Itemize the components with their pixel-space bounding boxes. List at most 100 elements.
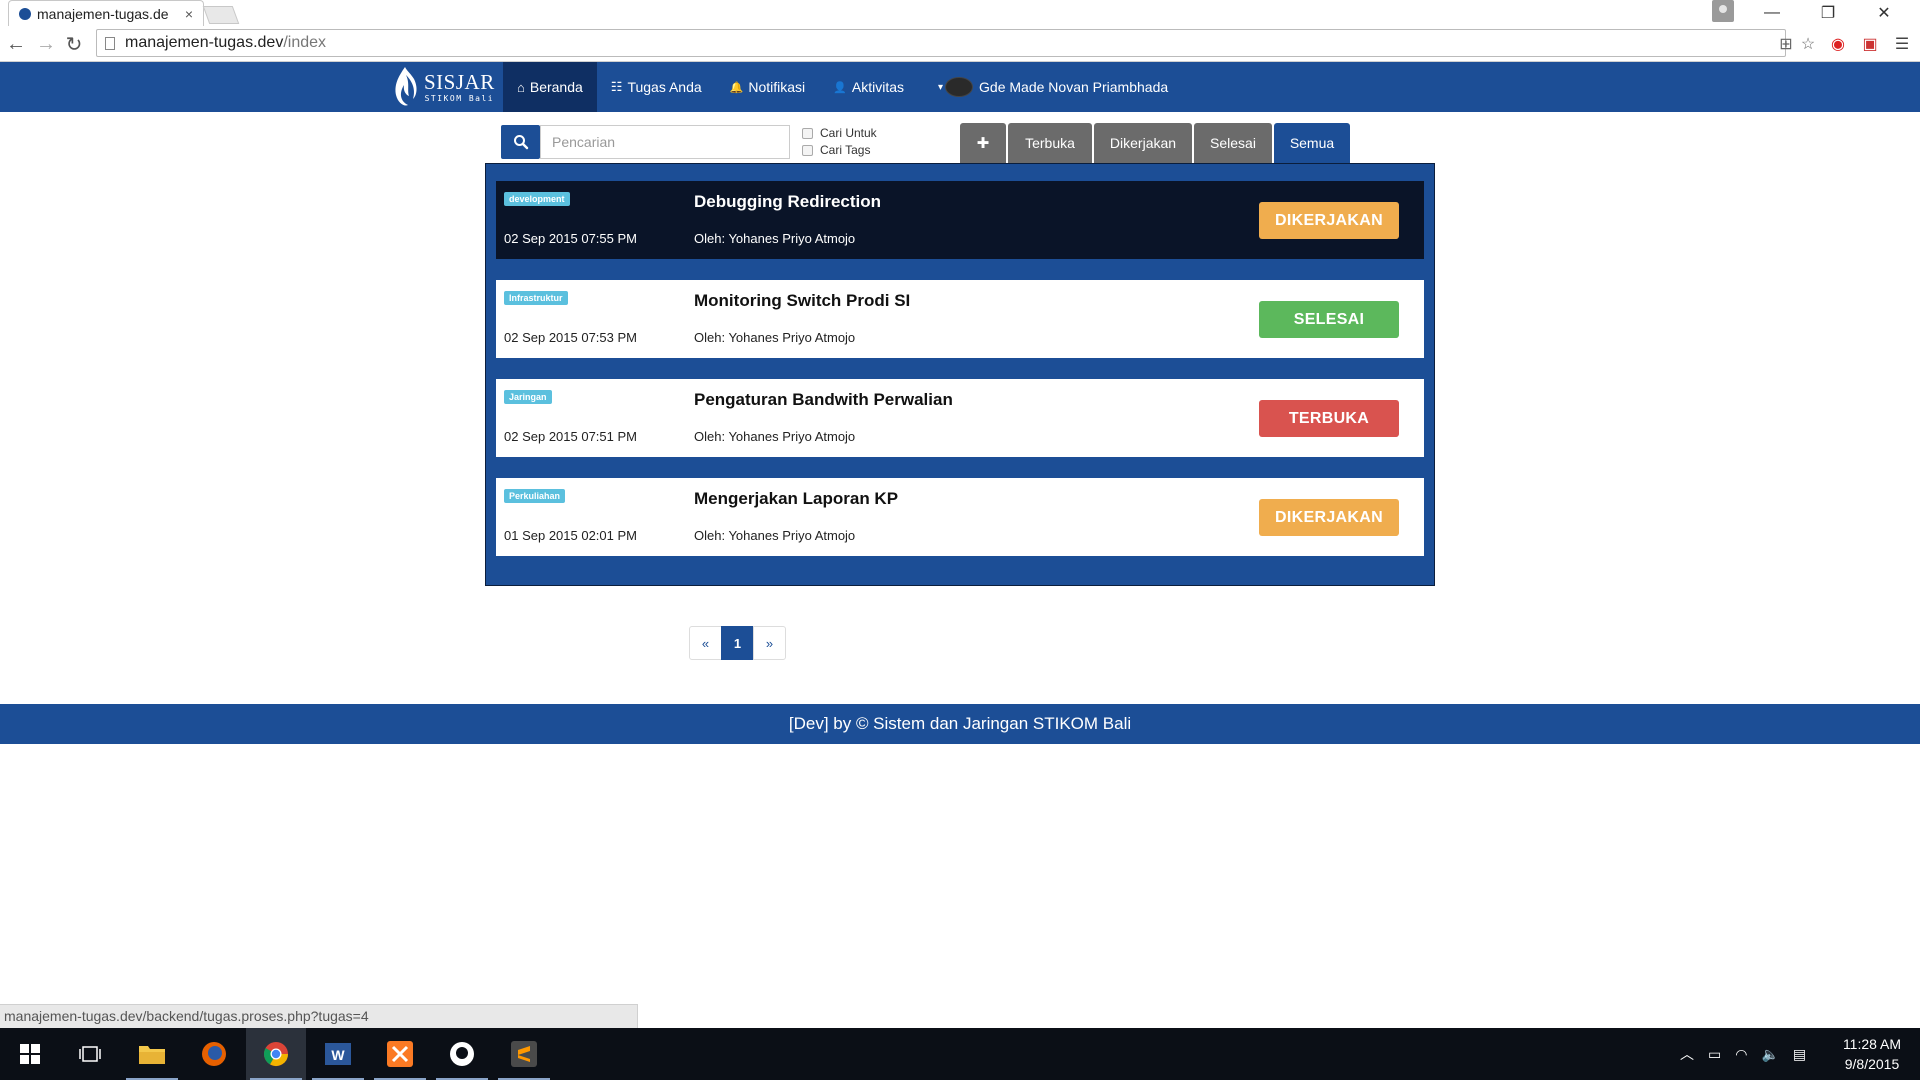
tab-title: manajemen-tugas.de — [37, 5, 169, 22]
taskbar-file-explorer[interactable] — [122, 1028, 182, 1080]
site-footer: [Dev] by © Sistem dan Jaringan STIKOM Ba… — [0, 704, 1920, 744]
back-arrow-icon[interactable]: ← — [4, 32, 28, 56]
task-item[interactable]: development Debugging Redirection 02 Sep… — [496, 181, 1424, 259]
checkbox-label: Cari Untuk — [820, 126, 877, 140]
task-author: Oleh: Yohanes Priyo Atmojo — [694, 528, 856, 543]
brand-logo[interactable]: SISJAR STIKOM Bali — [390, 62, 495, 112]
taskbar-clock[interactable]: 11:28 AM 9/8/2015 — [1830, 1034, 1914, 1074]
sublime-text-icon — [511, 1041, 537, 1067]
start-button[interactable] — [0, 1028, 60, 1080]
status-button[interactable]: SELESAI — [1259, 301, 1399, 338]
main-nav: ⌂ Beranda ☷ Tugas Anda 🔔 Notifikasi 👤 Ak… — [503, 62, 1182, 112]
wifi-icon[interactable]: ◠ — [1735, 1046, 1747, 1063]
status-bar-url: manajemen-tugas.dev/backend/tugas.proses… — [0, 1004, 638, 1028]
browser-tab[interactable]: manajemen-tugas.de × — [8, 0, 204, 26]
task-title[interactable]: Monitoring Switch Prodi SI — [694, 291, 910, 311]
tab-close-icon[interactable]: × — [185, 6, 193, 22]
task-title[interactable]: Debugging Redirection — [694, 192, 881, 212]
extension-icon[interactable]: ▣ — [1860, 34, 1880, 54]
taskbar-sublime[interactable] — [494, 1028, 554, 1080]
nav-item-notifikasi[interactable]: 🔔 Notifikasi — [716, 62, 820, 112]
taskbar-github[interactable] — [432, 1028, 492, 1080]
checkbox[interactable] — [802, 127, 813, 139]
task-title[interactable]: Mengerjakan Laporan KP — [694, 489, 898, 509]
page-prev-link[interactable]: « — [689, 626, 722, 660]
bell-icon: 🔔 — [729, 81, 744, 94]
taskbar-xampp[interactable] — [370, 1028, 430, 1080]
add-task-button[interactable]: ✚ — [960, 123, 1006, 163]
firefox-icon — [202, 1042, 226, 1066]
nav-item-beranda[interactable]: ⌂ Beranda — [503, 62, 597, 112]
notification-center-icon[interactable]: ▤ — [1793, 1046, 1806, 1063]
nav-item-aktivitas[interactable]: 👤 Aktivitas — [819, 62, 918, 112]
translate-icon[interactable]: ⊞ — [1776, 34, 1796, 54]
user-icon: 👤 — [833, 81, 847, 94]
tag-badge: Jaringan — [504, 390, 552, 404]
task-date: 02 Sep 2015 07:55 PM — [504, 231, 637, 246]
home-icon: ⌂ — [517, 79, 525, 95]
nav-item-label: Tugas Anda — [627, 79, 702, 95]
address-bar[interactable]: manajemen-tugas.dev /index — [96, 29, 1786, 57]
chevron-up-icon[interactable]: ︿ — [1680, 1044, 1694, 1064]
page-next-link[interactable]: » — [753, 626, 786, 660]
task-title[interactable]: Pengaturan Bandwith Perwalian — [694, 390, 953, 410]
taskbar-firefox[interactable] — [184, 1028, 244, 1080]
table-icon: ☷ — [610, 79, 623, 94]
tab-semua[interactable]: Semua — [1274, 123, 1350, 163]
status-button[interactable]: TERBUKA — [1259, 400, 1399, 437]
taskbar-word[interactable]: W — [308, 1028, 368, 1080]
volume-icon[interactable]: 🔈 — [1761, 1046, 1778, 1063]
pagination: « 1 » — [689, 626, 786, 660]
windows-logo-icon — [20, 1044, 40, 1064]
nav-item-tugas-anda[interactable]: ☷ Tugas Anda — [597, 62, 716, 112]
status-button[interactable]: DIKERJAKAN — [1259, 499, 1399, 536]
chrome-icon — [263, 1042, 288, 1067]
checkbox[interactable] — [802, 144, 813, 156]
folder-icon — [139, 1046, 165, 1064]
task-date: 02 Sep 2015 07:53 PM — [504, 330, 637, 345]
reload-icon[interactable]: ↻ — [62, 32, 86, 56]
user-menu[interactable]: ▾ Gde Made Novan Priambhada — [918, 62, 1182, 112]
browser-titlebar: manajemen-tugas.de × — ❐ ✕ — [0, 0, 1920, 26]
word-icon: W — [325, 1043, 351, 1065]
search-option-cari-tags[interactable]: Cari Tags — [802, 143, 870, 157]
task-item[interactable]: Jaringan Pengaturan Bandwith Perwalian 0… — [496, 379, 1424, 457]
task-view-button[interactable] — [60, 1028, 120, 1080]
tag-badge: Perkuliahan — [504, 489, 566, 503]
task-author: Oleh: Yohanes Priyo Atmojo — [694, 429, 856, 444]
window-minimize-button[interactable]: — — [1744, 0, 1800, 26]
battery-icon[interactable]: ▭ — [1708, 1046, 1721, 1063]
profile-icon[interactable] — [1712, 0, 1734, 22]
task-item[interactable]: Perkuliahan Mengerjakan Laporan KP 01 Se… — [496, 478, 1424, 556]
xampp-icon — [387, 1041, 413, 1067]
window-close-button[interactable]: ✕ — [1856, 0, 1912, 26]
menu-icon[interactable]: ☰ — [1892, 34, 1912, 54]
window-restore-button[interactable]: ❐ — [1800, 0, 1856, 26]
page-link-current[interactable]: 1 — [721, 626, 754, 660]
status-button[interactable]: DIKERJAKAN — [1259, 202, 1399, 239]
footer-text: [Dev] by © Sistem dan Jaringan STIKOM Ba… — [788, 714, 1132, 733]
taskbar-chrome[interactable] — [246, 1028, 306, 1080]
filter-tabs: ✚ Terbuka Dikerjakan Selesai Semua — [960, 123, 1352, 163]
brand-subtitle: STIKOM Bali — [424, 93, 495, 103]
bookmark-star-icon[interactable]: ☆ — [1798, 34, 1818, 54]
opera-extension-icon[interactable]: ◉ — [1828, 34, 1848, 54]
task-author: Oleh: Yohanes Priyo Atmojo — [694, 231, 856, 246]
system-tray: ︿ ▭ ◠ 🔈 ▤ — [1680, 1028, 1806, 1080]
new-tab-button[interactable] — [202, 6, 240, 24]
site-favicon-icon — [19, 7, 31, 20]
task-date: 01 Sep 2015 02:01 PM — [504, 528, 637, 543]
task-item[interactable]: Infrastruktur Monitoring Switch Prodi SI… — [496, 280, 1424, 358]
search-input[interactable] — [540, 125, 790, 159]
site-navbar: SISJAR STIKOM Bali ⌂ Beranda ☷ Tugas And… — [0, 62, 1920, 112]
search-option-cari-untuk[interactable]: Cari Untuk — [802, 126, 877, 140]
tab-dikerjakan[interactable]: Dikerjakan — [1094, 123, 1192, 163]
tab-terbuka[interactable]: Terbuka — [1008, 123, 1092, 163]
tab-selesai[interactable]: Selesai — [1194, 123, 1272, 163]
browser-toolbar: ← → ↻ manajemen-tugas.dev /index ⊞ ☆ ◉ ▣… — [0, 26, 1920, 62]
avatar — [945, 77, 974, 97]
search-button[interactable] — [501, 125, 540, 159]
forward-arrow-icon[interactable]: → — [34, 32, 58, 56]
nav-item-label: Beranda — [529, 79, 583, 95]
task-list: development Debugging Redirection 02 Sep… — [485, 163, 1435, 586]
